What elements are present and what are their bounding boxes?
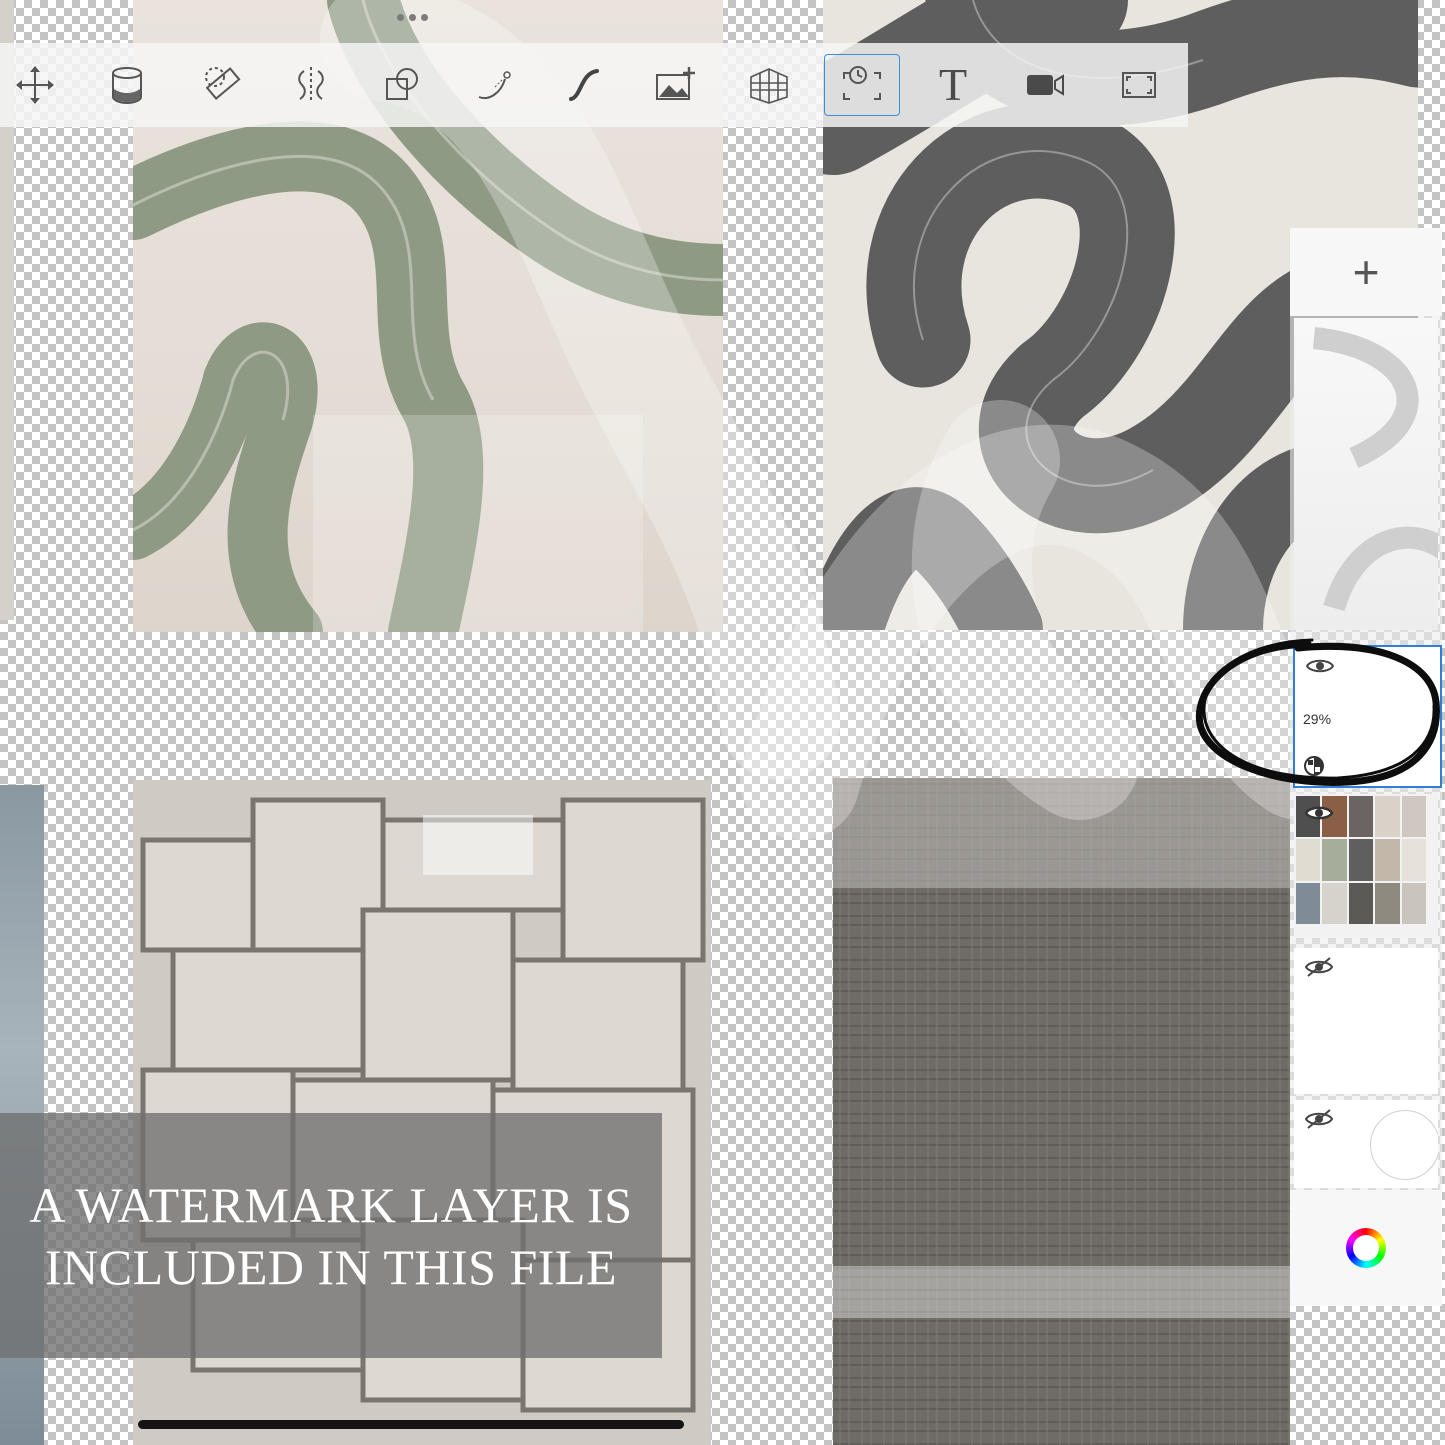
toolbar-grabber[interactable] [392, 14, 432, 26]
plus-icon: + [1352, 246, 1380, 298]
image-add-icon[interactable] [646, 57, 704, 113]
hand-drawn-circle-annotation [1195, 638, 1440, 786]
grabber-dot [396, 14, 404, 21]
eye-slash-icon[interactable] [1304, 956, 1334, 978]
layer-texture-collage[interactable] [1294, 794, 1438, 938]
background-color-swatch[interactable] [1370, 1110, 1438, 1180]
color-picker-button[interactable] [1290, 1190, 1442, 1306]
text-tool-glyph: T [938, 59, 968, 110]
symmetry-icon[interactable] [282, 57, 340, 113]
shapes-icon[interactable] [372, 57, 430, 113]
paint-bucket-icon[interactable] [98, 57, 156, 113]
top-toolbar: T [0, 43, 1188, 127]
text-icon[interactable]: T [924, 57, 982, 113]
fullscreen-icon[interactable] [1110, 57, 1168, 113]
stroke-icon[interactable] [556, 57, 614, 113]
watermark-banner: A WATERMARK LAYER IS INCLUDED IN THIS FI… [0, 1113, 662, 1358]
video-camera-icon[interactable] [1016, 57, 1074, 113]
move-arrows-icon[interactable] [6, 57, 64, 113]
home-indicator[interactable] [138, 1420, 684, 1429]
timelapse-icon[interactable] [824, 54, 900, 116]
layer-hidden[interactable] [1294, 948, 1438, 1094]
layer-preview-swirl [1312, 327, 1438, 612]
eye-slash-icon[interactable] [1304, 1108, 1334, 1130]
watermark-line-1: A WATERMARK LAYER IS [29, 1176, 633, 1233]
ruler-icon[interactable] [194, 57, 252, 113]
color-wheel-icon [1346, 1228, 1386, 1268]
perspective-grid-icon[interactable] [740, 57, 798, 113]
watermark-text: A WATERMARK LAYER IS INCLUDED IN THIS FI… [29, 1174, 632, 1298]
add-layer-button[interactable]: + [1290, 228, 1442, 316]
watermark-line-2: INCLUDED IN THIS FILE [44, 1238, 617, 1295]
layer-background-hidden[interactable] [1294, 1100, 1438, 1188]
grabber-dot [408, 14, 416, 21]
grabber-dot [420, 14, 428, 21]
curve-pen-icon[interactable] [466, 57, 524, 113]
artwork-tile-dark-linen [833, 778, 1290, 1445]
layer-thumbnail[interactable] [1294, 318, 1438, 630]
eye-icon[interactable] [1304, 802, 1334, 824]
